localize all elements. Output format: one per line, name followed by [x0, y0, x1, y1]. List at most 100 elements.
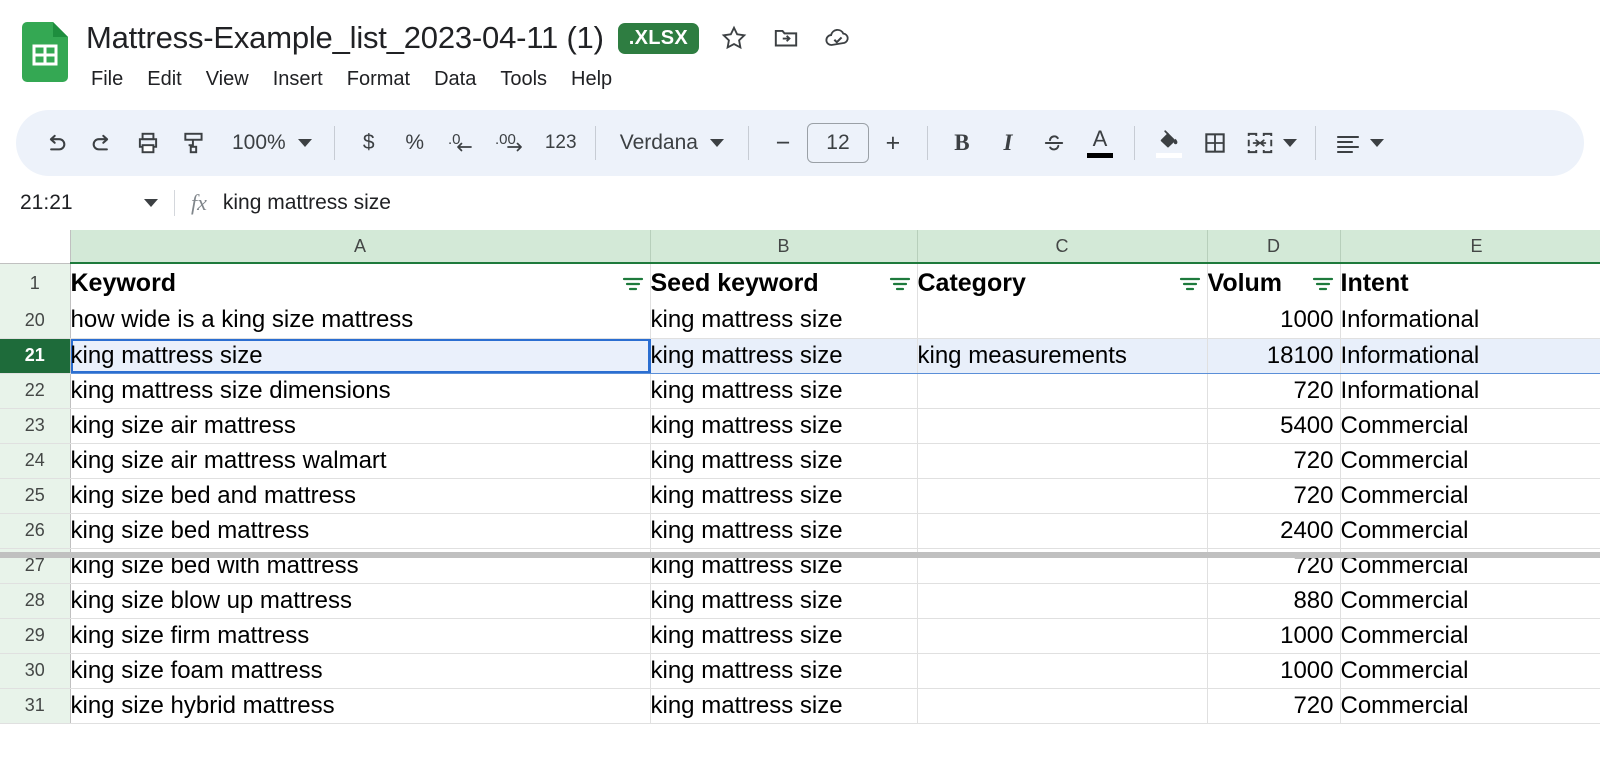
number-format-button[interactable]: 123: [539, 121, 583, 165]
menu-item-data[interactable]: Data: [422, 64, 488, 95]
cell-D20[interactable]: 1000: [1207, 303, 1341, 339]
row-header-23[interactable]: 23: [0, 408, 71, 444]
row-header-25[interactable]: 25: [0, 478, 71, 514]
fill-color-icon[interactable]: [1147, 121, 1191, 165]
cell-C31[interactable]: [917, 688, 1208, 724]
cell-D24[interactable]: 720: [1207, 443, 1341, 479]
table-row[interactable]: 28 king size blow up mattress king mattres…: [0, 583, 1600, 619]
cell-C22[interactable]: [917, 373, 1208, 409]
menu-item-help[interactable]: Help: [559, 64, 624, 95]
table-row[interactable]: 21 king mattress size king mattress size ki…: [0, 337, 1600, 374]
header-cell-d[interactable]: Volum: [1207, 263, 1341, 303]
row-header-22[interactable]: 22: [0, 373, 71, 409]
cell-D22[interactable]: 720: [1207, 373, 1341, 409]
percent-format-button[interactable]: %: [393, 121, 437, 165]
cell-E25[interactable]: Commercial: [1340, 478, 1600, 514]
row-header-20[interactable]: 20: [0, 303, 71, 339]
cell-C28[interactable]: [917, 583, 1208, 619]
cell-E28[interactable]: Commercial: [1340, 583, 1600, 619]
cell-A31[interactable]: king size hybrid mattress: [70, 688, 651, 724]
table-row[interactable]: 31 king size hybrid mattress king mattress…: [0, 688, 1600, 724]
row-header-28[interactable]: 28: [0, 583, 71, 619]
table-row[interactable]: 24 king size air mattress walmart king mat…: [0, 443, 1600, 479]
italic-button[interactable]: I: [986, 121, 1030, 165]
cell-A24[interactable]: king size air mattress walmart: [70, 443, 651, 479]
table-row[interactable]: 25 king size bed and mattress king mattres…: [0, 478, 1600, 514]
cell-B22[interactable]: king mattress size: [650, 373, 918, 409]
document-title[interactable]: Mattress-Example_list_2023-04-11 (1): [86, 20, 604, 56]
column-header-e[interactable]: E: [1340, 230, 1600, 264]
column-header-b[interactable]: B: [650, 230, 918, 264]
cell-E21[interactable]: Informational: [1340, 337, 1600, 374]
cell-A26[interactable]: king size bed mattress: [70, 513, 651, 549]
cell-B25[interactable]: king mattress size: [650, 478, 918, 514]
select-all-corner[interactable]: [0, 230, 71, 264]
decrease-decimal-button[interactable]: .0: [439, 121, 485, 165]
align-left-icon[interactable]: [1328, 121, 1390, 165]
cell-A23[interactable]: king size air mattress: [70, 408, 651, 444]
row-header-31[interactable]: 31: [0, 688, 71, 724]
cell-B24[interactable]: king mattress size: [650, 443, 918, 479]
header-cell-e[interactable]: Intent: [1340, 263, 1600, 303]
increase-decimal-button[interactable]: .00: [487, 121, 537, 165]
cell-C21[interactable]: king measurements: [917, 337, 1208, 374]
cell-D31[interactable]: 720: [1207, 688, 1341, 724]
cell-B20[interactable]: king mattress size: [650, 303, 918, 339]
zoom-level-selector[interactable]: 100%: [218, 121, 322, 165]
menu-item-view[interactable]: View: [194, 64, 261, 95]
paint-format-icon[interactable]: [172, 121, 216, 165]
cell-B26[interactable]: king mattress size: [650, 513, 918, 549]
move-to-folder-icon[interactable]: [769, 21, 803, 55]
merge-cells-icon[interactable]: [1239, 121, 1303, 165]
table-row[interactable]: 29 king size firm mattress king mattress s…: [0, 618, 1600, 654]
menu-item-file[interactable]: File: [79, 64, 135, 95]
header-cell-a[interactable]: Keyword: [70, 263, 651, 303]
header-cell-b[interactable]: Seed keyword: [650, 263, 918, 303]
frozen-row-divider[interactable]: [0, 552, 1600, 558]
menu-item-format[interactable]: Format: [335, 64, 422, 95]
decrease-font-size-button[interactable]: −: [761, 121, 805, 165]
borders-icon[interactable]: [1193, 121, 1237, 165]
cell-D25[interactable]: 720: [1207, 478, 1341, 514]
table-row[interactable]: 23 king size air mattress king mattress si…: [0, 408, 1600, 444]
column-header-d[interactable]: D: [1207, 230, 1341, 264]
table-row[interactable]: 26 king size bed mattress king mattress si…: [0, 513, 1600, 549]
column-header-c[interactable]: C: [917, 230, 1208, 264]
cell-E24[interactable]: Commercial: [1340, 443, 1600, 479]
star-icon[interactable]: [717, 21, 751, 55]
cell-B30[interactable]: king mattress size: [650, 653, 918, 689]
menu-item-tools[interactable]: Tools: [488, 64, 559, 95]
cell-A20[interactable]: how wide is a king size mattress: [70, 303, 651, 339]
cell-B29[interactable]: king mattress size: [650, 618, 918, 654]
header-cell-c[interactable]: Category: [917, 263, 1208, 303]
cell-B23[interactable]: king mattress size: [650, 408, 918, 444]
cell-D21[interactable]: 18100: [1207, 337, 1341, 374]
cell-C29[interactable]: [917, 618, 1208, 654]
cell-C30[interactable]: [917, 653, 1208, 689]
cell-E20[interactable]: Informational: [1340, 303, 1600, 339]
cell-D29[interactable]: 1000: [1207, 618, 1341, 654]
font-size-input[interactable]: 12: [806, 123, 869, 163]
cell-B31[interactable]: king mattress size: [650, 688, 918, 724]
row-header-26[interactable]: 26: [0, 513, 71, 549]
cell-A25[interactable]: king size bed and mattress: [70, 478, 651, 514]
font-family-selector[interactable]: Verdana: [608, 121, 736, 165]
undo-button[interactable]: [34, 121, 78, 165]
cell-C26[interactable]: [917, 513, 1208, 549]
cell-D30[interactable]: 1000: [1207, 653, 1341, 689]
formula-input[interactable]: king mattress size: [223, 191, 391, 215]
cell-A28[interactable]: king size blow up mattress: [70, 583, 651, 619]
table-row[interactable]: 30 king size foam mattress king mattress s…: [0, 653, 1600, 689]
cell-C24[interactable]: [917, 443, 1208, 479]
cell-A30[interactable]: king size foam mattress: [70, 653, 651, 689]
table-row[interactable]: 20 how wide is a king size mattress king m…: [0, 303, 1600, 339]
row-header-21[interactable]: 21: [0, 338, 71, 374]
cell-D28[interactable]: 880: [1207, 583, 1341, 619]
currency-format-button[interactable]: $: [347, 121, 391, 165]
table-row[interactable]: 22 king mattress size dimensions king matt…: [0, 373, 1600, 409]
menu-item-edit[interactable]: Edit: [135, 64, 193, 95]
row-header-29[interactable]: 29: [0, 618, 71, 654]
strikethrough-button[interactable]: [1032, 121, 1076, 165]
cell-E23[interactable]: Commercial: [1340, 408, 1600, 444]
increase-font-size-button[interactable]: +: [871, 121, 915, 165]
